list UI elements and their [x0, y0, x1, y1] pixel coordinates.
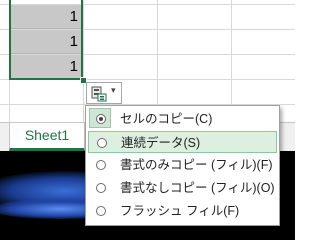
radio-icon	[96, 206, 106, 216]
menu-item-fill-series[interactable]: 連続データ(S)	[88, 131, 277, 153]
menu-item-fill-without-formatting[interactable]: 書式なしコピー (フィル)(O)	[88, 177, 277, 199]
chevron-down-icon: ▾	[111, 85, 116, 95]
menu-item-label: セルのコピー(C)	[120, 112, 213, 126]
grid-line	[231, 0, 232, 122]
cell-value[interactable]: 1	[11, 5, 81, 29]
radio-icon	[96, 183, 106, 193]
menu-item-label: フラッシュ フィル(F)	[120, 204, 240, 218]
menu-item-flash-fill[interactable]: フラッシュ フィル(F)	[88, 200, 277, 222]
radio-selected-icon	[96, 114, 106, 124]
menu-item-fill-formatting-only[interactable]: 書式のみコピー (フィル)(F)	[88, 154, 277, 176]
radio-icon	[96, 160, 106, 170]
auto-fill-options-menu: セルのコピー(C) 連続データ(S) 書式のみコピー (フィル)(F) 書式なし…	[85, 105, 280, 226]
cell-value[interactable]: 1	[11, 55, 81, 79]
auto-fill-options-button[interactable]: ▾	[86, 82, 122, 104]
menu-item-label: 連続データ(S)	[121, 136, 201, 150]
menu-item-label: 書式なしコピー (フィル)(O)	[120, 181, 275, 195]
grid-line	[157, 0, 158, 122]
radio-icon	[97, 138, 107, 148]
selection-border	[9, 0, 11, 79]
worksheet-grid[interactable]: 1 1 1 ▾	[0, 0, 295, 122]
cell-value[interactable]: 1	[11, 30, 81, 54]
paste-options-icon	[91, 86, 107, 107]
menu-item-label: 書式のみコピー (フィル)(F)	[120, 158, 273, 172]
selection-border	[81, 0, 83, 79]
grid-line	[83, 0, 84, 122]
menu-item-copy-cells[interactable]: セルのコピー(C)	[88, 108, 277, 130]
tab-sheet1[interactable]: Sheet1	[9, 123, 85, 151]
selection-border	[9, 78, 83, 80]
